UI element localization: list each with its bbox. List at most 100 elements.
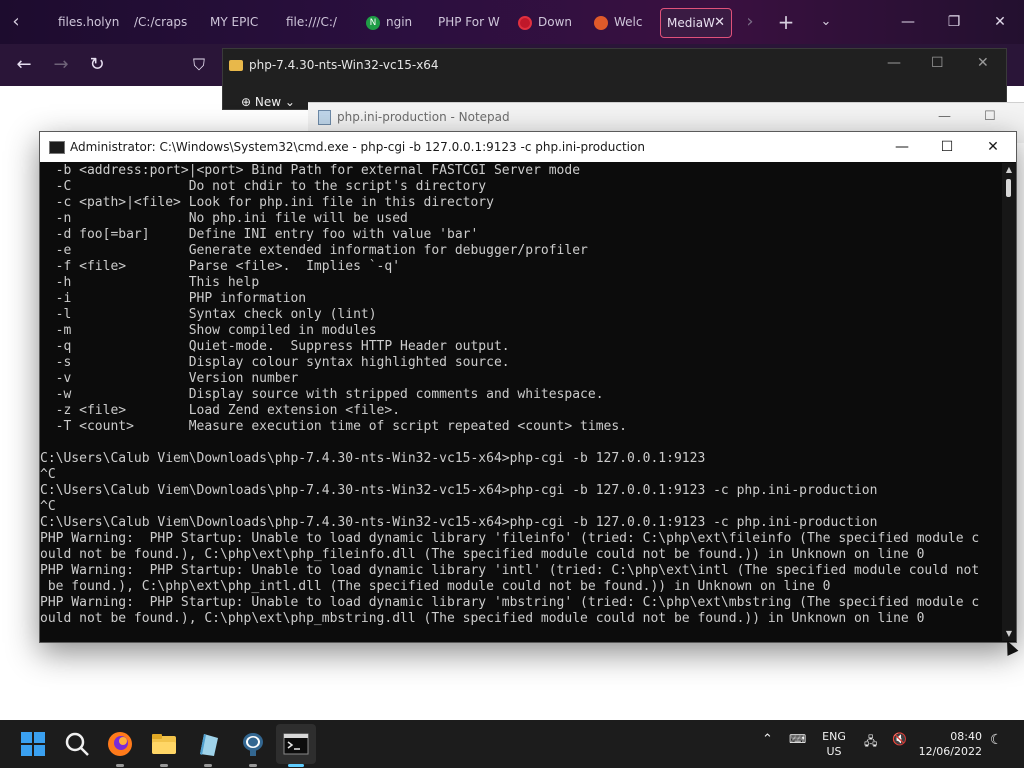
console-line: C:\Users\Calub Viem\Downloads\php-7.4.30… xyxy=(40,515,878,530)
browser-minimize-icon[interactable]: — xyxy=(894,10,922,34)
list-tabs-icon[interactable]: ⌄ xyxy=(814,10,838,34)
console-line: -n No php.ini file will be used xyxy=(40,211,408,226)
new-button[interactable]: ⊕ New ⌄ xyxy=(241,95,295,109)
browser-tab-active[interactable]: MediaW ✕ xyxy=(660,8,732,38)
browser-tab[interactable]: Welc xyxy=(588,8,658,36)
input-language[interactable]: ENG US xyxy=(818,729,850,759)
console-line: ^C xyxy=(40,467,56,482)
scroll-tabs-right-icon[interactable]: › xyxy=(738,10,762,34)
scroll-tabs-left-icon[interactable]: ‹ xyxy=(4,10,28,34)
console-line: ould not be found.), C:\php\ext\php_file… xyxy=(40,547,925,562)
notepad-title: php.ini-production - Notepad xyxy=(318,109,510,125)
shield-icon[interactable]: ⛉ xyxy=(186,53,212,77)
browser-tab[interactable]: Down xyxy=(512,8,580,36)
console-line: -d foo[=bar] Define INI entry foo with v… xyxy=(40,227,479,242)
scroll-up-icon[interactable]: ▲ xyxy=(1002,163,1016,177)
language-code: ENG xyxy=(822,730,846,743)
volume-muted-icon[interactable]: 🔇 xyxy=(892,732,907,746)
explorer-maximize-icon[interactable]: ☐ xyxy=(931,55,944,71)
running-indicator xyxy=(116,764,124,767)
cmd-titlebar[interactable]: Administrator: C:\Windows\System32\cmd.e… xyxy=(40,132,1016,162)
cmd-minimize-icon[interactable]: — xyxy=(879,132,925,162)
browser-tab[interactable]: PHP For W xyxy=(432,8,504,36)
tab-label: Down xyxy=(538,15,573,29)
notepad-maximize-icon[interactable]: ☐ xyxy=(984,109,996,124)
browser-restore-icon[interactable]: ❐ xyxy=(940,10,968,34)
windows-start-icon[interactable] xyxy=(19,730,47,758)
clock-time: 08:40 xyxy=(950,730,982,743)
cmd-maximize-icon[interactable]: ☐ xyxy=(924,132,970,162)
console-line: PHP Warning: PHP Startup: Unable to load… xyxy=(40,563,980,578)
close-tab-icon[interactable]: ✕ xyxy=(714,9,725,37)
file-explorer-window[interactable]: php-7.4.30-nts-Win32-vc15-x64 — ☐ ✕ ⊕ Ne… xyxy=(222,48,1007,110)
explorer-title: php-7.4.30-nts-Win32-vc15-x64 xyxy=(229,55,439,75)
console-line: PHP Warning: PHP Startup: Unable to load… xyxy=(40,595,980,610)
explorer-title-text: php-7.4.30-nts-Win32-vc15-x64 xyxy=(249,58,439,72)
reload-icon[interactable]: ↻ xyxy=(84,53,110,77)
vertical-scrollbar[interactable]: ▲ ▼ xyxy=(1002,163,1016,641)
console-line: -C Do not chdir to the script's director… xyxy=(40,179,487,194)
new-tab-icon[interactable]: + xyxy=(774,10,798,34)
browser-tab[interactable]: files.holyn xyxy=(52,8,126,36)
console-line: PHP Warning: PHP Startup: Unable to load… xyxy=(40,531,980,546)
notepad-icon xyxy=(318,110,331,125)
scroll-thumb[interactable] xyxy=(1006,179,1011,197)
network-icon[interactable]: 🖧 xyxy=(864,732,877,753)
browser-tab[interactable]: Nngin xyxy=(360,8,426,36)
tab-label: ngin xyxy=(386,15,413,29)
explorer-close-icon[interactable]: ✕ xyxy=(977,55,989,71)
console-line: -T <count> Measure execution time of scr… xyxy=(40,419,627,434)
opera-icon xyxy=(518,15,532,30)
tab-label: files.holyn xyxy=(58,15,120,29)
console-line: -h This help xyxy=(40,275,260,290)
focus-assist-moon-icon[interactable]: ☾ xyxy=(990,732,1003,748)
clock-date: 12/06/2022 xyxy=(918,745,982,758)
console-line: -m Show compiled in modules xyxy=(40,323,377,338)
browser-tab[interactable]: /C:/craps xyxy=(128,8,200,36)
console-line: -z <file> Load Zend extension <file>. xyxy=(40,403,401,418)
taskbar: ⌃ ⌨ ENG US 🖧 🔇 08:40 12/06/2022 ☾ xyxy=(0,720,1024,768)
console-line: ^C xyxy=(40,499,56,514)
show-hidden-icons-icon[interactable]: ⌃ xyxy=(762,732,773,747)
explorer-minimize-icon[interactable]: — xyxy=(887,55,901,71)
search-icon[interactable] xyxy=(63,730,91,758)
notepad-minimize-icon[interactable]: — xyxy=(938,109,951,124)
mascot-icon xyxy=(594,15,608,30)
console-output[interactable]: -b <address:port>|<port> Bind Path for e… xyxy=(40,163,1002,641)
cmd-close-icon[interactable]: ✕ xyxy=(970,132,1016,162)
browser-tab[interactable]: MY EPIC xyxy=(204,8,278,36)
browser-close-icon[interactable]: ✕ xyxy=(986,10,1014,34)
cmd-window[interactable]: Administrator: C:\Windows\System32\cmd.e… xyxy=(39,131,1017,643)
console-line: ould not be found.), C:\php\ext\php_mbst… xyxy=(40,611,925,626)
running-indicator xyxy=(204,764,212,767)
running-indicator xyxy=(160,764,168,767)
console-line: -s Display colour syntax highlighted sou… xyxy=(40,355,510,370)
browser-tab[interactable]: file:///C:/ xyxy=(280,8,350,36)
forward-arrow-icon[interactable]: → xyxy=(48,53,74,77)
console-line: -q Quiet-mode. Suppress HTTP Header outp… xyxy=(40,339,510,354)
keyboard-icon[interactable]: ⌨ xyxy=(789,732,806,746)
console-line: -b <address:port>|<port> Bind Path for e… xyxy=(40,163,581,178)
back-arrow-icon[interactable]: ← xyxy=(11,53,37,77)
console-line: be found.), C:\php\ext\php_intl.dll (The… xyxy=(40,579,831,594)
console-line: -i PHP information xyxy=(40,291,307,306)
tab-label: MediaW xyxy=(667,16,715,30)
browser-tab-strip: ‹ files.holyn /C:/craps MY EPIC file:///… xyxy=(0,0,1024,44)
terminal-icon[interactable] xyxy=(282,730,310,758)
console-line: -e Generate extended information for deb… xyxy=(40,243,588,258)
console-line: C:\Users\Calub Viem\Downloads\php-7.4.30… xyxy=(40,483,878,498)
cmd-icon xyxy=(49,141,65,154)
nginx-icon: N xyxy=(366,15,380,30)
console-line: -f <file> Parse <file>. Implies `-q' xyxy=(40,259,401,274)
clock[interactable]: 08:40 12/06/2022 xyxy=(918,729,982,759)
postgres-icon[interactable] xyxy=(239,730,267,758)
new-button-label: New xyxy=(254,95,282,109)
cmd-title: Administrator: C:\Windows\System32\cmd.e… xyxy=(70,140,645,154)
tab-label: file:///C:/ xyxy=(286,15,337,29)
region-code: US xyxy=(826,745,842,758)
tab-label: /C:/craps xyxy=(134,15,188,29)
console-line: -w Display source with stripped comments… xyxy=(40,387,604,402)
file-explorer-icon[interactable] xyxy=(150,730,178,758)
notepad-icon[interactable] xyxy=(194,730,222,758)
firefox-icon[interactable] xyxy=(106,730,134,758)
